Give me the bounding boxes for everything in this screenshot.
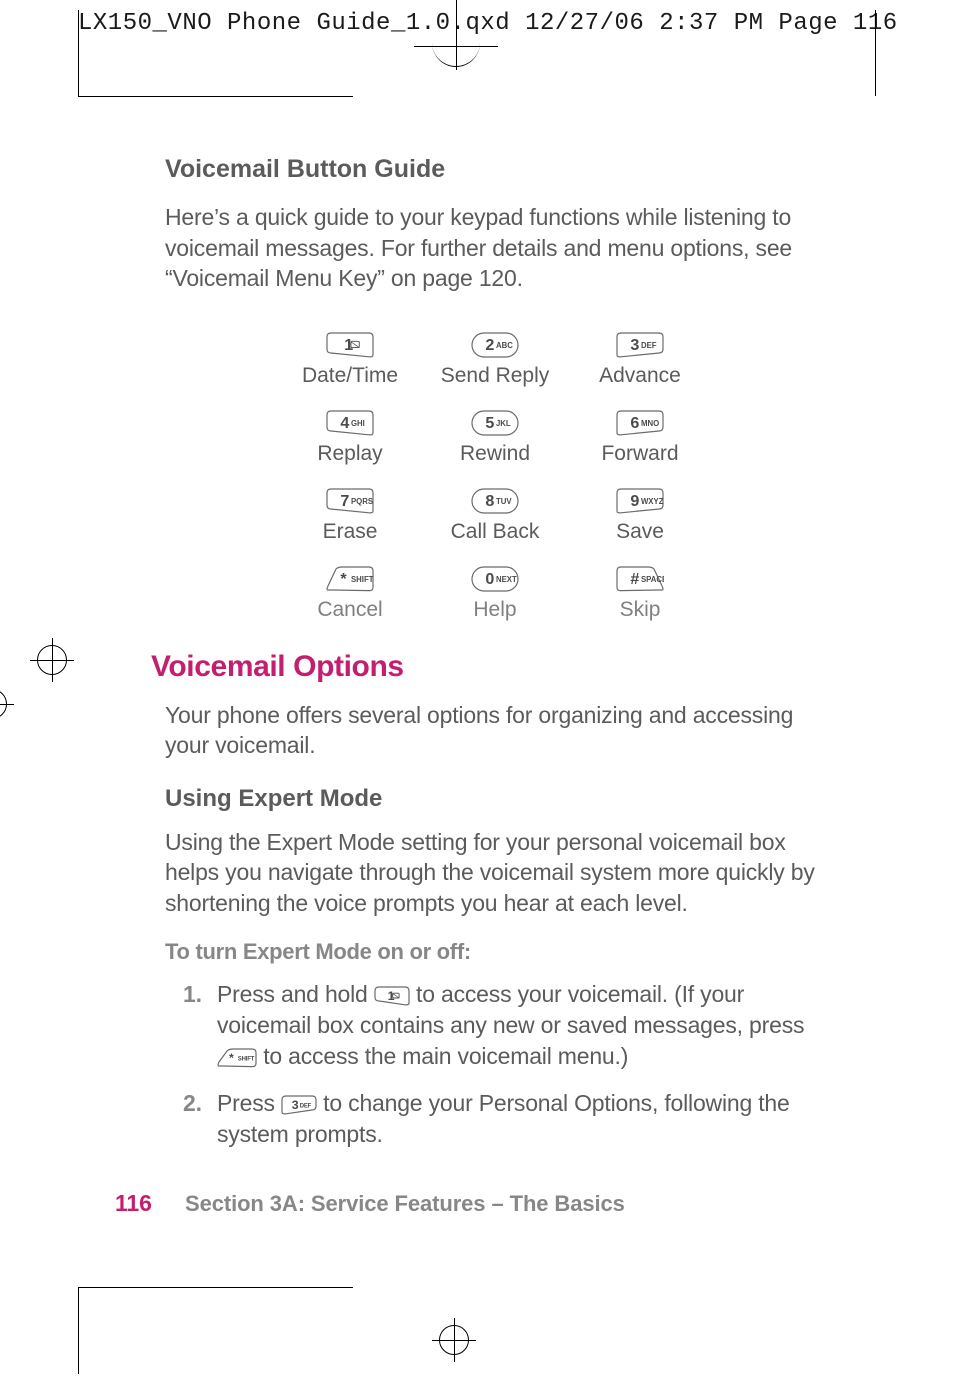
- registration-mark-icon: [432, 18, 480, 67]
- key-9-icon: 9WXYZ: [575, 488, 705, 514]
- svg-text:1: 1: [344, 336, 353, 354]
- svg-text:3: 3: [292, 1098, 299, 1112]
- inline-key-icon: 3DEF: [281, 1095, 317, 1115]
- key-label: Help: [430, 598, 560, 622]
- svg-text:2: 2: [485, 336, 494, 354]
- key-#-icon: #SPACE: [575, 566, 705, 592]
- svg-text:1: 1: [388, 989, 395, 1003]
- key-label: Send Reply: [430, 364, 560, 388]
- page-number: 116: [115, 1190, 185, 1217]
- file-slug: LX150_VNO Phone Guide_1.0.qxd 12/27/06 2…: [78, 10, 898, 37]
- steps-list: 1.Press and hold 1 to access your voicem…: [183, 979, 825, 1150]
- svg-text:0: 0: [485, 570, 494, 588]
- key-3-icon: 3DEF: [575, 332, 705, 358]
- page-footer: 116 Section 3A: Service Features – The B…: [115, 1190, 625, 1217]
- keypad-key: 5JKL Rewind: [430, 410, 560, 466]
- crop-rule: [78, 96, 353, 97]
- key-8-icon: 8TUV: [430, 488, 560, 514]
- svg-text:GHI: GHI: [351, 419, 365, 428]
- key-label: Save: [575, 520, 705, 544]
- key-label: Call Back: [430, 520, 560, 544]
- key-label: Rewind: [430, 442, 560, 466]
- keypad-grid: 1 Date/Time 2ABC Send Reply 3DEF Advance 4GHI R…: [285, 332, 705, 622]
- section-label: Section 3A: Service Features – The Basic…: [185, 1191, 625, 1217]
- step-number: 2.: [183, 1088, 217, 1150]
- key-6-icon: 6MNO: [575, 410, 705, 436]
- subhead-expert-toggle: To turn Expert Mode on or off:: [165, 939, 825, 965]
- heading-voicemail-options: Voicemail Options: [151, 650, 825, 684]
- crop-rule: [78, 10, 79, 96]
- registration-mark-icon: [0, 682, 14, 726]
- key-label: Date/Time: [285, 364, 415, 388]
- keypad-key: 4GHI Replay: [285, 410, 415, 466]
- inline-key-icon: * SHIFT: [217, 1048, 257, 1068]
- key-1-icon: 1: [285, 332, 415, 358]
- svg-text:#: #: [630, 570, 639, 588]
- key-0-icon: 0NEXT: [430, 566, 560, 592]
- keypad-key: 9WXYZ Save: [575, 488, 705, 544]
- keypad-key: #SPACE Skip: [575, 566, 705, 622]
- key-5-icon: 5JKL: [430, 410, 560, 436]
- svg-text:WXYZ: WXYZ: [641, 497, 664, 506]
- svg-text:*: *: [340, 570, 347, 588]
- key-*-icon: * SHIFT: [285, 566, 415, 592]
- crop-rule: [78, 1288, 79, 1374]
- inline-key-icon: 1: [374, 986, 410, 1006]
- svg-text:7: 7: [340, 492, 349, 510]
- key-label: Replay: [285, 442, 415, 466]
- keypad-key: 8TUV Call Back: [430, 488, 560, 544]
- svg-text:SHIFT: SHIFT: [238, 1056, 255, 1062]
- keypad-key: 0NEXT Help: [430, 566, 560, 622]
- crop-rule: [875, 10, 876, 96]
- svg-text:9: 9: [630, 492, 639, 510]
- key-label: Advance: [575, 364, 705, 388]
- keypad-key: 3DEF Advance: [575, 332, 705, 388]
- heading-expert-mode: Using Expert Mode: [165, 785, 825, 813]
- key-7-icon: 7PQRS: [285, 488, 415, 514]
- step-text: Press and hold 1 to access your voicemai…: [217, 979, 825, 1072]
- paragraph-options: Your phone offers several options for or…: [165, 700, 825, 761]
- svg-text:MNO: MNO: [641, 419, 659, 428]
- step-number: 1.: [183, 979, 217, 1072]
- svg-text:6: 6: [630, 414, 639, 432]
- keypad-key: 1 Date/Time: [285, 332, 415, 388]
- svg-text:JKL: JKL: [496, 419, 511, 428]
- heading-button-guide: Voicemail Button Guide: [165, 155, 825, 184]
- key-label: Erase: [285, 520, 415, 544]
- registration-mark-icon: [30, 638, 74, 682]
- step-text: Press 3DEF to change your Personal Optio…: [217, 1088, 825, 1150]
- svg-text:ABC: ABC: [496, 341, 513, 350]
- svg-text:PQRS: PQRS: [351, 497, 373, 506]
- registration-mark-icon: [432, 1318, 476, 1362]
- key-2-icon: 2ABC: [430, 332, 560, 358]
- svg-text:4: 4: [340, 414, 349, 432]
- keypad-key: 7PQRS Erase: [285, 488, 415, 544]
- svg-text:*: *: [229, 1051, 234, 1065]
- keypad-key: 2ABC Send Reply: [430, 332, 560, 388]
- paragraph-expert: Using the Expert Mode setting for your p…: [165, 827, 825, 919]
- svg-text:5: 5: [485, 414, 494, 432]
- paragraph-button-guide: Here’s a quick guide to your keypad func…: [165, 202, 825, 294]
- svg-text:NEXT: NEXT: [496, 575, 517, 584]
- key-4-icon: 4GHI: [285, 410, 415, 436]
- svg-text:TUV: TUV: [496, 497, 512, 506]
- svg-text:3: 3: [630, 336, 639, 354]
- svg-text:DEF: DEF: [641, 341, 657, 350]
- svg-text:DEF: DEF: [300, 1103, 312, 1109]
- key-label: Forward: [575, 442, 705, 466]
- crop-rule: [78, 1287, 353, 1288]
- svg-text:SPACE: SPACE: [641, 575, 664, 584]
- key-label: Skip: [575, 598, 705, 622]
- svg-text:SHIFT: SHIFT: [351, 575, 374, 584]
- step-item: 2.Press 3DEF to change your Personal Opt…: [183, 1088, 825, 1150]
- keypad-key: * SHIFT Cancel: [285, 566, 415, 622]
- page-content: Voicemail Button Guide Here’s a quick gu…: [165, 155, 825, 1166]
- svg-text:8: 8: [485, 492, 494, 510]
- step-item: 1.Press and hold 1 to access your voicem…: [183, 979, 825, 1072]
- keypad-key: 6MNO Forward: [575, 410, 705, 466]
- key-label: Cancel: [285, 598, 415, 622]
